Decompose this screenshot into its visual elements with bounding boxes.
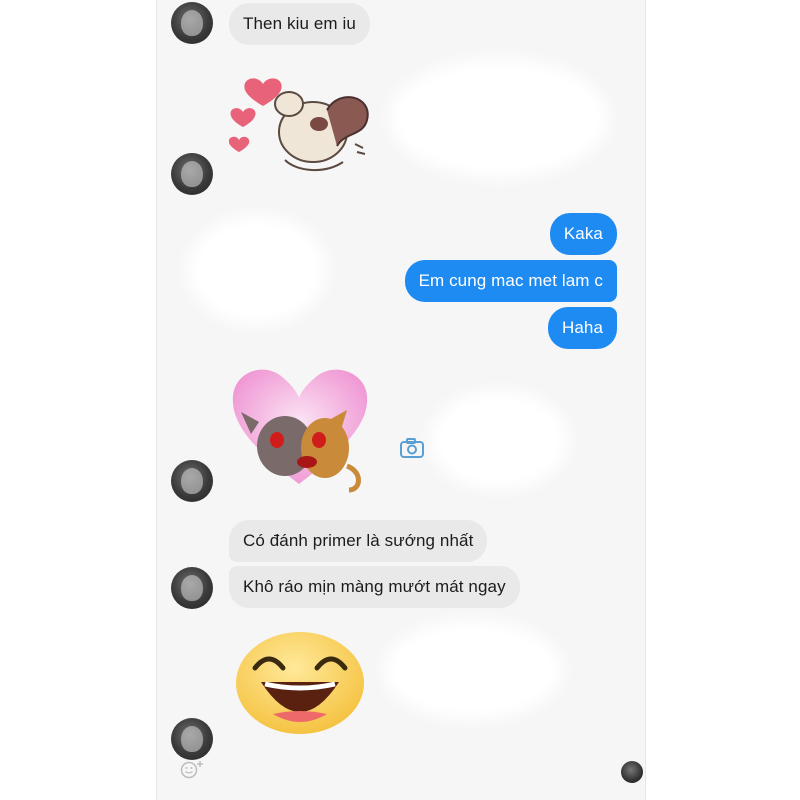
outgoing-message-bubble[interactable]: Kaka — [549, 213, 617, 255]
incoming-message-bubble[interactable]: Có đánh primer là sướng nhất — [229, 520, 488, 562]
cats-heart-sticker[interactable] — [229, 366, 379, 496]
avatar[interactable] — [171, 567, 213, 609]
incoming-message-bubble[interactable]: Khô ráo mịn màng mướt mát ngay — [229, 566, 520, 608]
outgoing-message-bubble[interactable]: Haha — [547, 307, 617, 349]
avatar[interactable] — [171, 460, 213, 502]
avatar[interactable] — [171, 718, 213, 760]
redaction-blur — [389, 58, 609, 178]
redaction-blur — [187, 215, 327, 325]
avatar[interactable] — [171, 153, 213, 195]
outgoing-message-bubble[interactable]: Em cung mac met lam c — [404, 260, 617, 302]
seen-avatar — [621, 761, 643, 783]
redaction-blur — [429, 390, 569, 490]
chat-thread[interactable]: Then kiu em iu Kaka Em cung mac met lam … — [156, 0, 646, 800]
laughing-emoji[interactable] — [233, 630, 367, 736]
camera-icon[interactable] — [397, 434, 427, 464]
incoming-message-bubble[interactable]: Then kiu em iu — [229, 3, 370, 45]
redaction-blur — [383, 620, 563, 720]
emoji-add-reaction-icon[interactable] — [180, 758, 206, 780]
avatar[interactable] — [171, 2, 213, 44]
hug-sticker[interactable] — [229, 62, 379, 182]
